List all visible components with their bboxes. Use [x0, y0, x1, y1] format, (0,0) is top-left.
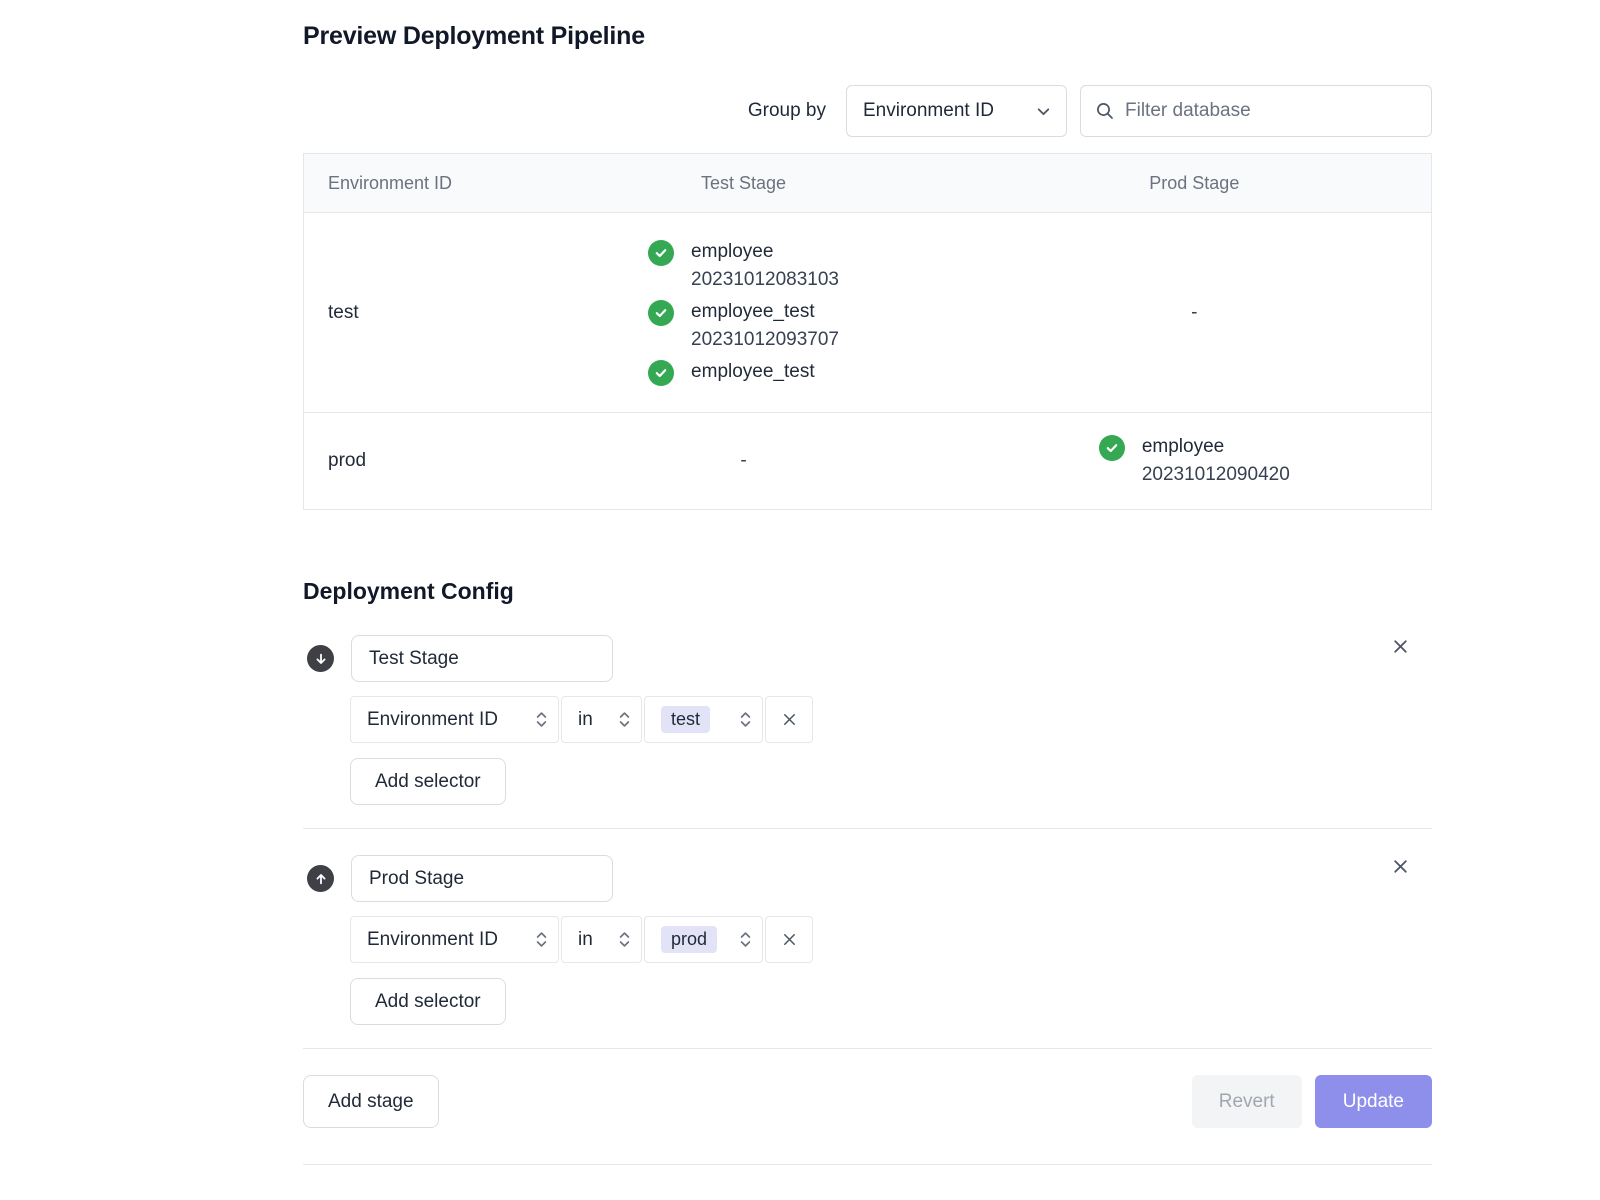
selector-operator-value: in — [578, 709, 593, 731]
move-stage-down-button[interactable] — [307, 645, 334, 672]
selector-value-tag: prod — [661, 926, 717, 953]
arrow-up-circle-icon — [314, 872, 328, 886]
selector-value-tag: test — [661, 706, 710, 733]
selector-operator-value: in — [578, 929, 593, 951]
close-icon — [781, 716, 798, 731]
header-test-stage: Test Stage — [529, 173, 957, 194]
header-environment-id: Environment ID — [304, 173, 529, 194]
pipeline-toolbar: Group by Environment ID — [303, 85, 1432, 137]
pipeline-table: Environment ID Test Stage Prod Stage tes… — [303, 153, 1432, 510]
divider — [303, 1164, 1432, 1165]
move-stage-up-button[interactable] — [307, 865, 334, 892]
add-selector-button[interactable]: Add selector — [350, 758, 506, 805]
stage-name-input[interactable] — [351, 855, 613, 902]
database-name: employee_test — [691, 359, 815, 385]
stage-name-input[interactable] — [351, 635, 613, 682]
header-prod-stage: Prod Stage — [958, 173, 1431, 194]
table-row: test employee 20231012083103 — [304, 213, 1431, 413]
group-by-select[interactable]: Environment ID — [846, 85, 1067, 137]
close-icon — [1391, 864, 1410, 879]
remove-stage-button[interactable] — [1389, 855, 1412, 878]
prod-stage-cell: employee 20231012090420 — [958, 428, 1431, 494]
database-name: employee_test — [691, 299, 839, 325]
selector-operator-select[interactable]: in — [561, 916, 642, 963]
success-check-icon — [648, 240, 674, 266]
chevron-down-icon — [1035, 103, 1052, 120]
database-version: 20231012090420 — [1142, 462, 1290, 488]
updown-chevron-icon — [535, 929, 548, 950]
test-stage-cell: employee 20231012083103 employee_test 20… — [529, 233, 957, 392]
updown-chevron-icon — [618, 709, 631, 730]
selector-key-value: Environment ID — [367, 929, 498, 951]
page-title: Preview Deployment Pipeline — [303, 22, 1432, 51]
update-button[interactable]: Update — [1315, 1075, 1432, 1128]
database-name: employee — [1142, 434, 1290, 460]
updown-chevron-icon — [739, 709, 752, 730]
success-check-icon — [1099, 435, 1125, 461]
stage-config-test: Environment ID in test — [303, 605, 1432, 805]
table-header-row: Environment ID Test Stage Prod Stage — [304, 154, 1431, 213]
arrow-down-circle-icon — [314, 652, 328, 666]
database-version: 20231012083103 — [691, 267, 839, 293]
selector-value-select[interactable]: test — [644, 696, 763, 743]
remove-stage-button[interactable] — [1389, 635, 1412, 658]
success-check-icon — [648, 300, 674, 326]
environment-name: test — [304, 302, 529, 324]
revert-button[interactable]: Revert — [1192, 1075, 1302, 1128]
divider — [303, 1048, 1432, 1049]
deployment-config-title: Deployment Config — [303, 578, 1432, 605]
close-icon — [781, 936, 798, 951]
updown-chevron-icon — [618, 929, 631, 950]
success-check-icon — [648, 360, 674, 386]
prod-stage-cell-empty: - — [958, 302, 1431, 324]
close-icon — [1391, 644, 1410, 659]
add-selector-button[interactable]: Add selector — [350, 978, 506, 1025]
test-stage-cell-empty: - — [529, 450, 957, 472]
table-row: prod - employee 20231012090420 — [304, 413, 1431, 509]
deployment-pipeline-page: Preview Deployment Pipeline Group by Env… — [303, 0, 1432, 1165]
remove-selector-button[interactable] — [765, 696, 813, 743]
filter-database-input[interactable] — [1125, 100, 1417, 122]
add-stage-button[interactable]: Add stage — [303, 1075, 439, 1128]
filter-database-box — [1080, 85, 1432, 137]
selector-value-select[interactable]: prod — [644, 916, 763, 963]
selector-row: Environment ID in test — [350, 696, 1432, 743]
group-by-selected-value: Environment ID — [863, 100, 994, 122]
environment-name: prod — [304, 450, 529, 472]
deployment-item: employee_test 20231012093707 — [648, 299, 839, 353]
updown-chevron-icon — [739, 929, 752, 950]
deployment-item: employee 20231012083103 — [648, 239, 839, 293]
deployment-item: employee 20231012090420 — [1099, 434, 1290, 488]
database-name: employee — [691, 239, 839, 265]
selector-key-value: Environment ID — [367, 709, 498, 731]
deployment-item: employee_test — [648, 359, 839, 386]
selector-key-select[interactable]: Environment ID — [350, 916, 559, 963]
config-footer: Add stage Revert Update — [303, 1075, 1432, 1128]
remove-selector-button[interactable] — [765, 916, 813, 963]
stage-config-prod: Environment ID in prod — [303, 829, 1432, 1025]
updown-chevron-icon — [535, 709, 548, 730]
search-icon — [1095, 101, 1115, 121]
selector-key-select[interactable]: Environment ID — [350, 696, 559, 743]
selector-operator-select[interactable]: in — [561, 696, 642, 743]
group-by-label: Group by — [748, 100, 826, 122]
database-version: 20231012093707 — [691, 327, 839, 353]
selector-row: Environment ID in prod — [350, 916, 1432, 963]
